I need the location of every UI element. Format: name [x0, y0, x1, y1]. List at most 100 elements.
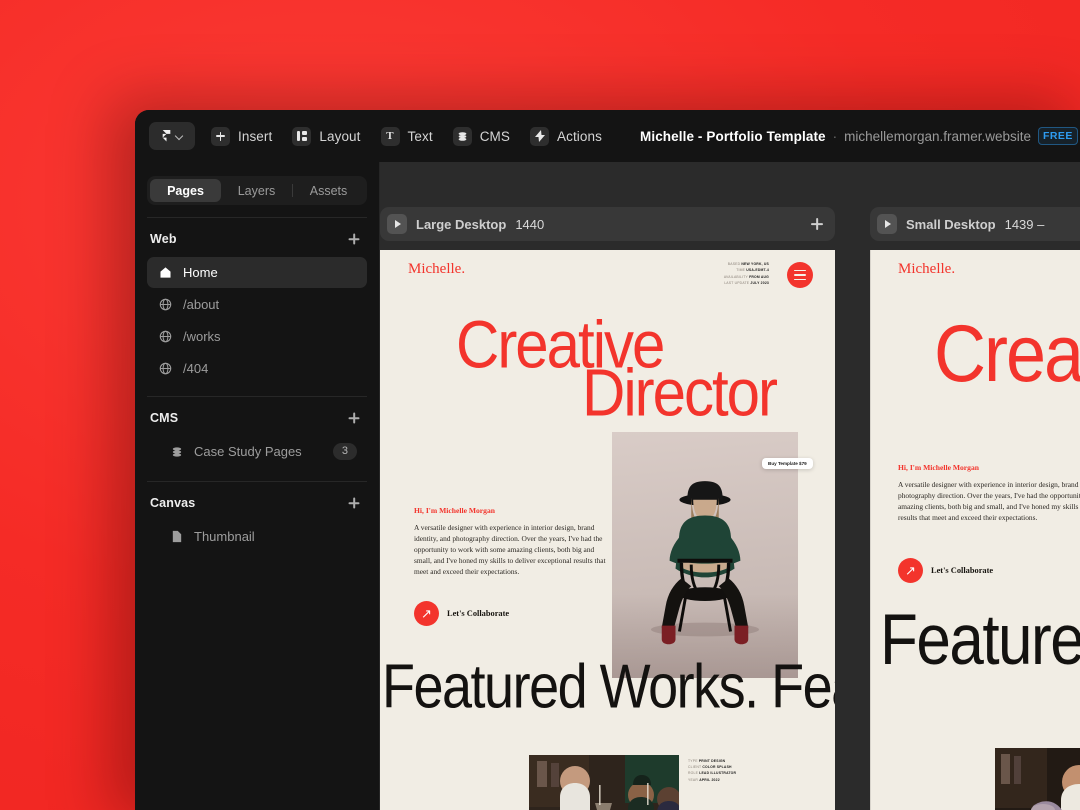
site-url[interactable]: michellemorgan.framer.website — [844, 129, 1031, 144]
sidebar-item-case-study-pages-label: Case Study Pages — [194, 444, 323, 459]
plus-square-icon — [211, 127, 230, 146]
section-title-cms: CMS — [150, 411, 178, 425]
section-title-web: Web — [150, 232, 177, 246]
layout-columns-icon — [292, 127, 311, 146]
site-meta-info: BASED NEW YORK, US TIME USA-EDMT-4 AVAIL… — [724, 261, 769, 287]
tab-assets[interactable]: Assets — [293, 179, 364, 202]
frame-size-large-desktop: 1440 — [515, 217, 544, 232]
top-toolbar: Insert Layout T Text CMS — [135, 110, 1080, 162]
toolbar-item-text-label: Text — [408, 129, 433, 144]
title-separator: · — [833, 129, 838, 144]
section-header-cms: CMS — [147, 397, 367, 436]
collaborate-cta-small[interactable]: ↗ Let's Collaborate — [898, 558, 993, 583]
sidebar-item-home-label: Home — [183, 265, 357, 280]
toolbar-item-actions[interactable]: Actions — [530, 127, 602, 146]
featured-works-heading-small: Featured — [880, 600, 1080, 682]
frame-preview-large-desktop: Michelle. BASED NEW YORK, US TIME USA-ED… — [380, 250, 835, 810]
toolbar-item-actions-label: Actions — [557, 129, 602, 144]
hero-heading-line-2: Director — [582, 354, 776, 431]
collaborate-cta-label-small: Let's Collaborate — [931, 566, 993, 575]
bio-heading: Hi, I'm Michelle Morgan — [414, 506, 495, 515]
sidebar-item-case-study-pages[interactable]: Case Study Pages 3 — [147, 436, 367, 467]
framer-app-window: Insert Layout T Text CMS — [135, 110, 1080, 810]
work-meta-row-role: ROLE LEAD ILLUSTRATOR — [688, 770, 736, 776]
toolbar-item-layout-label: Layout — [319, 129, 360, 144]
bar-scene-photo — [529, 755, 679, 810]
design-canvas[interactable]: Large Desktop 1440 Michelle. BASED NEW Y… — [380, 162, 1080, 810]
sidebar-item-thumbnail[interactable]: Thumbnail — [147, 521, 367, 552]
globe-icon — [158, 298, 173, 311]
framer-logo-icon — [161, 130, 172, 143]
meta-row-last-update: LAST UPDATE JULY 2023 — [724, 280, 769, 286]
toolbar-item-text[interactable]: T Text — [381, 127, 433, 146]
toolbar-item-cms-label: CMS — [480, 129, 510, 144]
document-title-bar: Michelle - Portfolio Template · michelle… — [640, 127, 1078, 145]
add-collection-button[interactable] — [346, 410, 362, 426]
site-preview: Michelle. BASED NEW YORK, US TIME USA-ED… — [380, 250, 835, 810]
chevron-down-icon — [175, 132, 184, 141]
lightning-bolt-icon — [530, 127, 549, 146]
document-title: Michelle - Portfolio Template — [640, 129, 826, 144]
tab-layers[interactable]: Layers — [221, 179, 292, 202]
tab-assets-label: Assets — [310, 184, 348, 198]
frame-small-desktop[interactable]: Small Desktop 1439 – Michelle. Creative … — [870, 250, 1080, 810]
sidebar-tabs: Pages Layers Assets — [147, 176, 367, 205]
frame-header-large-desktop[interactable]: Large Desktop 1440 — [380, 207, 835, 241]
work-photo-1[interactable] — [529, 755, 679, 810]
buy-template-badge[interactable]: Buy Template $79 — [762, 458, 813, 469]
sidebar-item-about[interactable]: /about — [147, 289, 367, 320]
frame-left-edge — [870, 250, 871, 810]
database-icon — [453, 127, 472, 146]
bio-heading-small: Hi, I'm Michelle Morgan — [898, 463, 979, 472]
sidebar-item-works[interactable]: /works — [147, 321, 367, 352]
case-study-count-badge: 3 — [333, 443, 357, 460]
hamburger-menu-icon[interactable] — [787, 262, 813, 288]
sidebar-item-home[interactable]: Home — [147, 257, 367, 288]
play-icon[interactable] — [877, 214, 897, 234]
collaborate-cta-label: Let's Collaborate — [447, 609, 509, 618]
work-meta-row-year: YEAR APRIL 2022 — [688, 777, 736, 783]
toolbar-item-layout[interactable]: Layout — [292, 127, 360, 146]
file-icon — [169, 530, 184, 543]
add-breakpoint-button[interactable] — [806, 213, 828, 235]
featured-works-heading: Featured Works. Feat — [382, 651, 835, 722]
sidebar-item-404-label: /404 — [183, 361, 357, 376]
text-t-icon: T — [381, 127, 400, 146]
hero-heading-line-1-small: Creative — [934, 308, 1080, 400]
toolbar-item-cms[interactable]: CMS — [453, 127, 510, 146]
editor-body: Pages Layers Assets Web Hom — [135, 162, 1080, 810]
sidebar-item-thumbnail-label: Thumbnail — [194, 529, 357, 544]
section-title-canvas: Canvas — [150, 496, 195, 510]
frame-name-large-desktop: Large Desktop — [416, 217, 506, 232]
toolbar-actions: Insert Layout T Text CMS — [211, 127, 602, 146]
add-canvas-item-button[interactable] — [346, 495, 362, 511]
sidebar-item-works-label: /works — [183, 329, 357, 344]
section-header-web: Web — [147, 218, 367, 257]
plan-badge: FREE — [1038, 127, 1078, 145]
frame-preview-small-desktop: Michelle. Creative Hi, I'm Michelle Morg… — [870, 250, 1080, 810]
frame-name-small-desktop: Small Desktop — [906, 217, 996, 232]
tab-pages-label: Pages — [167, 184, 204, 198]
seated-woman-illustration — [636, 452, 774, 664]
arrow-up-right-icon: ↗ — [414, 601, 439, 626]
sidebar-item-404[interactable]: /404 — [147, 353, 367, 384]
collaborate-cta[interactable]: ↗ Let's Collaborate — [414, 601, 509, 626]
frame-header-small-desktop[interactable]: Small Desktop 1439 – — [870, 207, 1080, 241]
framer-logo-button[interactable] — [149, 122, 195, 150]
site-logo[interactable]: Michelle. — [408, 261, 465, 278]
site-logo-small[interactable]: Michelle. — [898, 261, 955, 278]
add-page-button[interactable] — [346, 231, 362, 247]
play-icon[interactable] — [387, 214, 407, 234]
tab-pages[interactable]: Pages — [150, 179, 221, 202]
left-sidebar: Pages Layers Assets Web Hom — [135, 162, 380, 810]
toolbar-item-insert-label: Insert — [238, 129, 272, 144]
database-icon — [169, 446, 184, 458]
home-icon — [158, 266, 173, 279]
toolbar-item-insert[interactable]: Insert — [211, 127, 272, 146]
bio-paragraph-small: A versatile designer with experience in … — [898, 479, 1080, 523]
caption-red-text: Captu — [948, 801, 1076, 810]
arrow-up-right-icon: ↗ — [898, 558, 923, 583]
work-meta-info: TYPE PRINT DESIGN CLIENT COLOR SPLASH RO… — [688, 758, 736, 783]
globe-icon — [158, 362, 173, 375]
frame-large-desktop[interactable]: Large Desktop 1440 Michelle. BASED NEW Y… — [380, 250, 835, 810]
